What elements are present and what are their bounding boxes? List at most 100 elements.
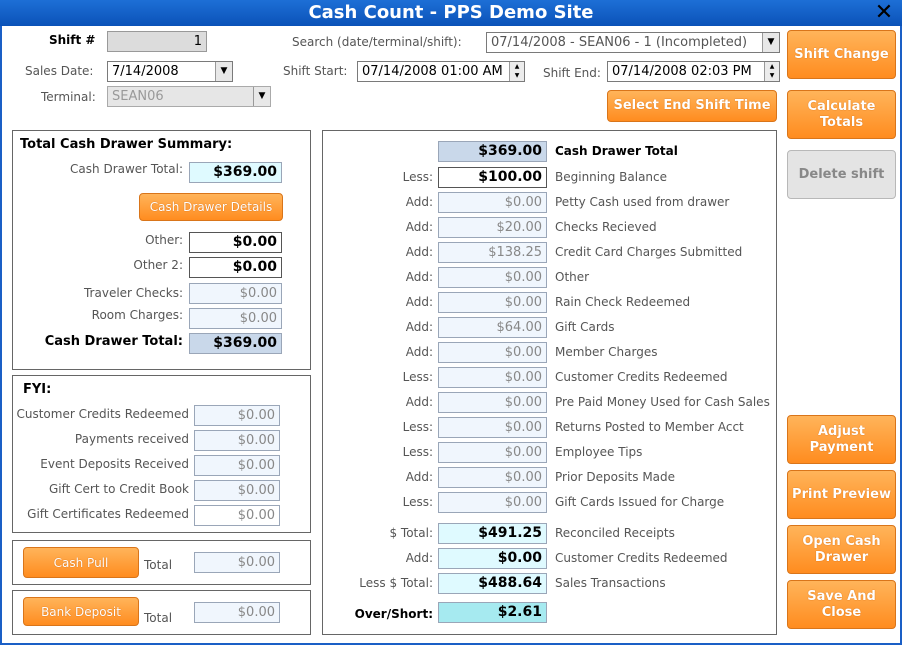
cash-pull-total-label: Total — [144, 558, 173, 572]
traveler-checks-label: Traveler Checks: — [83, 286, 183, 300]
recon-row-value: $0.00 — [438, 417, 547, 438]
shift-start-spinner[interactable]: ▲ ▼ — [509, 62, 524, 81]
recon-total-prefix: Add: — [405, 551, 433, 565]
fyi-row-value: $0.00 — [194, 505, 280, 526]
bank-deposit-total-label: Total — [144, 611, 173, 625]
shift-end-spinner[interactable]: ▲ ▼ — [764, 62, 779, 81]
recon-row-prefix: Add: — [405, 395, 433, 409]
search-label: Search (date/terminal/shift): — [292, 35, 462, 49]
recon-row-desc: Prior Deposits Made — [555, 470, 676, 484]
recon-row-prefix: Add: — [405, 345, 433, 359]
chevron-down-icon[interactable]: ▼ — [762, 33, 779, 52]
recon-row-value: $0.00 — [438, 192, 547, 213]
recon-row-prefix: Less: — [402, 370, 433, 384]
recon-total-desc: Sales Transactions — [555, 576, 666, 590]
traveler-checks-field: $0.00 — [189, 283, 282, 304]
recon-row-value: $0.00 — [438, 267, 547, 288]
main-window: Shift # 1 Sales Date: 7/14/2008 ▼ Termin… — [0, 26, 902, 645]
search-value: 07/14/2008 - SEAN06 - 1 (Incompleted) — [491, 35, 748, 50]
search-select[interactable]: 07/14/2008 - SEAN06 - 1 (Incompleted) ▼ — [486, 32, 780, 53]
shift-label: Shift # — [49, 33, 96, 47]
close-icon[interactable]: ✕ — [874, 0, 894, 26]
recon-row-value: $0.00 — [438, 367, 547, 388]
fyi-row-value: $0.00 — [194, 480, 280, 501]
room-charges-label: Room Charges: — [91, 308, 183, 322]
delete-shift-button[interactable]: Delete shift — [787, 150, 896, 199]
cash-pull-total-field: $0.00 — [194, 552, 280, 573]
calculate-totals-button[interactable]: Calculate Totals — [787, 90, 896, 139]
recon-total-prefix: Less $ Total: — [359, 576, 433, 590]
sales-date-value: 7/14/2008 — [112, 64, 179, 79]
cash-drawer-total-label: Cash Drawer Total: — [70, 162, 183, 176]
reconciliation-panel: $369.00 Cash Drawer Total Less: $100.00 Be… — [322, 130, 777, 635]
over-short-field: $2.61 — [438, 602, 547, 623]
chevron-down-icon[interactable]: ▼ — [215, 62, 232, 81]
recon-row-prefix: Add: — [405, 270, 433, 284]
sales-date-picker[interactable]: 7/14/2008 ▼ — [107, 61, 233, 82]
cash-pull-panel: Cash Pull Total $0.00 — [12, 540, 311, 585]
shift-end-picker[interactable]: 07/14/2008 02:03 PM ▲ ▼ — [607, 61, 780, 82]
window-title: Cash Count - PPS Demo Site — [308, 2, 594, 23]
recon-row-value: $138.25 — [438, 242, 547, 263]
cash-drawer-total-field: $369.00 — [189, 162, 282, 183]
recon-row-value: $0.00 — [438, 292, 547, 313]
summary-total-label: Cash Drawer Total: — [44, 334, 183, 349]
recon-total-value: $0.00 — [438, 548, 547, 569]
cash-pull-button[interactable]: Cash Pull — [23, 547, 139, 578]
recon-row-prefix: Add: — [405, 245, 433, 259]
recon-row-value: $0.00 — [438, 467, 547, 488]
recon-row-prefix: Less: — [402, 445, 433, 459]
chevron-down-icon[interactable]: ▼ — [253, 87, 270, 106]
other-field[interactable]: $0.00 — [189, 232, 282, 253]
fyi-row-label: Gift Cert to Credit Book — [48, 482, 189, 496]
recon-row-desc: Customer Credits Redeemed — [555, 370, 728, 384]
recon-row-desc: Credit Card Charges Submitted — [555, 245, 743, 259]
fyi-row-label: Payments received — [74, 432, 189, 446]
shift-start-picker[interactable]: 07/14/2008 01:00 AM ▲ ▼ — [357, 61, 525, 82]
fyi-row-value: $0.00 — [194, 430, 280, 451]
recon-row-value: $0.00 — [438, 442, 547, 463]
recon-total-desc: Customer Credits Redeemed — [555, 551, 728, 565]
recon-row-desc: Rain Check Redeemed — [555, 295, 691, 309]
shift-change-button[interactable]: Shift Change — [787, 30, 896, 79]
fyi-title: FYI: — [23, 382, 52, 397]
recon-row-prefix: Add: — [405, 220, 433, 234]
open-cash-drawer-button[interactable]: Open Cash Drawer — [787, 525, 896, 574]
fyi-row-label: Customer Credits Redeemed — [16, 407, 189, 421]
terminal-select[interactable]: SEAN06 ▼ — [107, 86, 271, 107]
shift-end-label: Shift End: — [543, 66, 601, 80]
shift-start-label: Shift Start: — [283, 64, 348, 78]
sales-date-label: Sales Date: — [25, 64, 94, 78]
adjust-payment-button[interactable]: Adjust Payment — [787, 415, 896, 464]
recon-row-value[interactable]: $100.00 — [438, 167, 547, 188]
summary-title: Total Cash Drawer Summary: — [20, 137, 233, 152]
recon-row-value: $20.00 — [438, 217, 547, 238]
summary-total-field: $369.00 — [189, 333, 282, 354]
recon-row-desc: Gift Cards — [555, 320, 615, 334]
recon-cash-drawer-total-field: $369.00 — [438, 141, 547, 162]
terminal-value: SEAN06 — [112, 89, 164, 104]
recon-row-prefix: Add: — [405, 195, 433, 209]
terminal-label: Terminal: — [41, 90, 96, 104]
recon-row-desc: Beginning Balance — [555, 170, 668, 184]
other2-label: Other 2: — [133, 258, 183, 272]
shift-number-field: 1 — [107, 31, 207, 52]
save-and-close-button[interactable]: Save And Close — [787, 580, 896, 629]
bank-deposit-button[interactable]: Bank Deposit — [23, 597, 139, 626]
other2-field[interactable]: $0.00 — [189, 257, 282, 278]
recon-row-prefix: Add: — [405, 295, 433, 309]
cash-drawer-details-button[interactable]: Cash Drawer Details — [139, 193, 283, 221]
recon-row-prefix: Less: — [402, 495, 433, 509]
recon-row-prefix: Less: — [402, 420, 433, 434]
recon-row-desc: Returns Posted to Member Acct — [555, 420, 744, 434]
recon-row-prefix: Add: — [405, 320, 433, 334]
recon-total-desc: Reconciled Receipts — [555, 526, 675, 540]
recon-total-value: $491.25 — [438, 523, 547, 544]
select-end-shift-button[interactable]: Select End Shift Time — [607, 90, 777, 122]
cash-drawer-summary-panel: Total Cash Drawer Summary: Cash Drawer T… — [12, 130, 311, 370]
shift-end-value: 07/14/2008 02:03 PM — [612, 64, 752, 79]
print-preview-button[interactable]: Print Preview — [787, 470, 896, 519]
recon-cash-drawer-total-label: Cash Drawer Total — [555, 144, 678, 158]
recon-row-desc: Checks Recieved — [555, 220, 657, 234]
shift-start-value: 07/14/2008 01:00 AM — [362, 64, 503, 79]
